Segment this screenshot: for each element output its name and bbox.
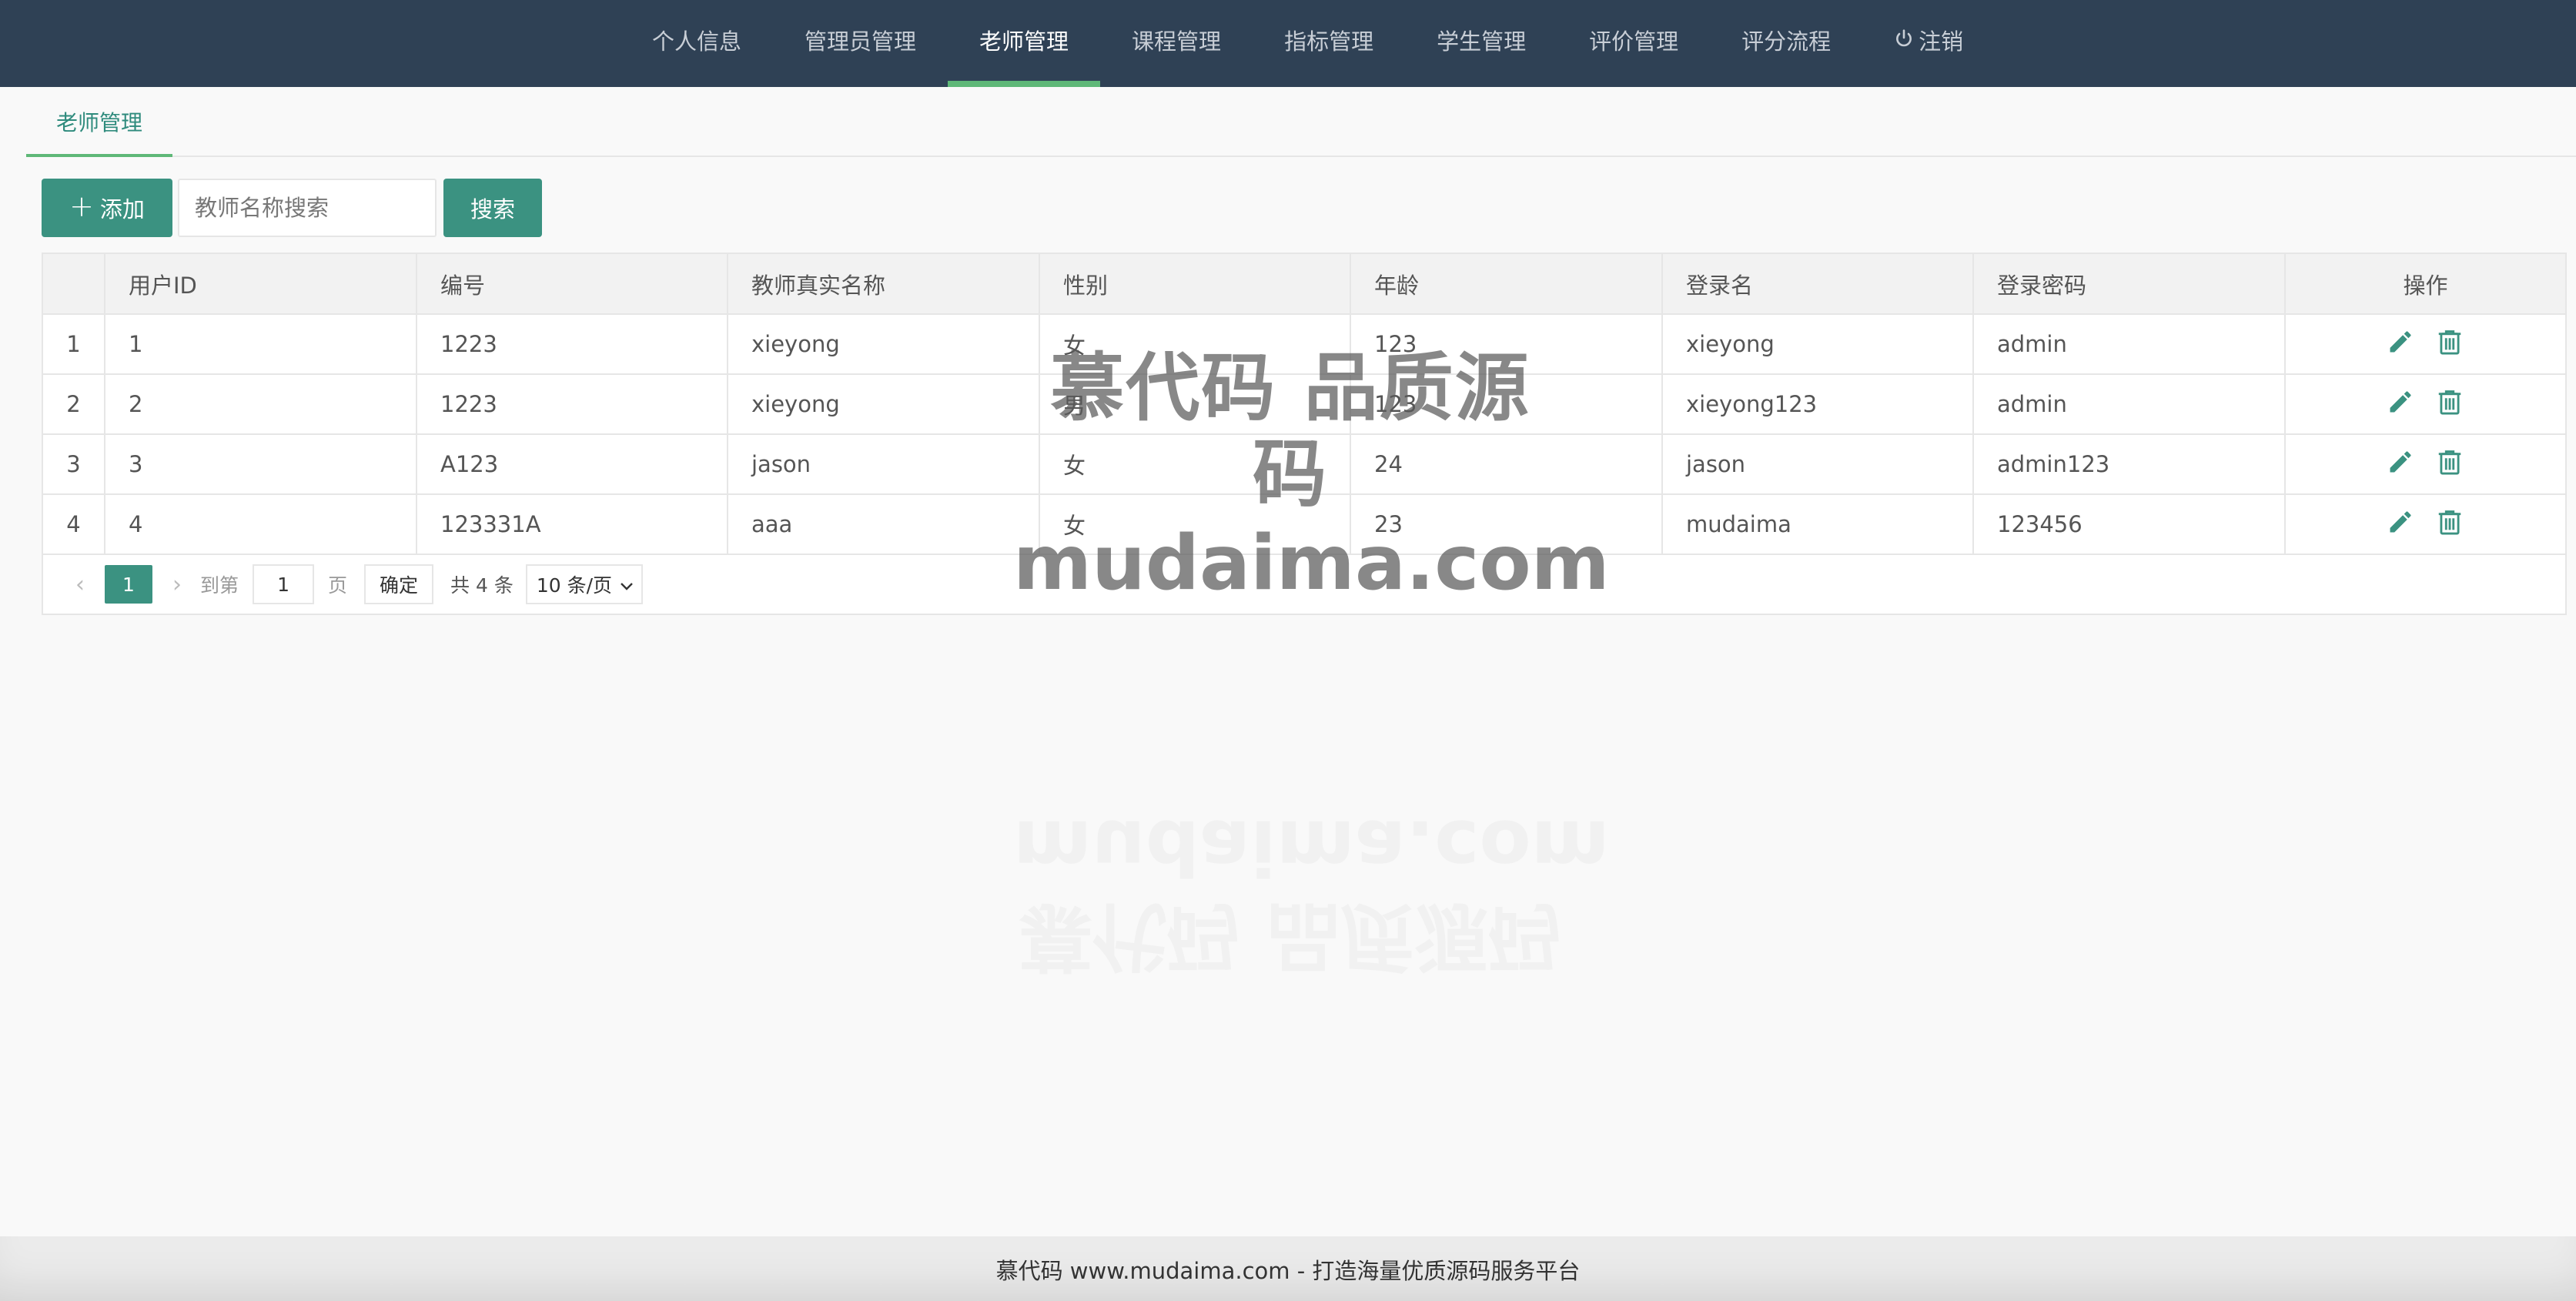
table-row: 4 4 123331A aaa 女 23 mudaima 123456	[43, 494, 2565, 555]
cell-actions	[2285, 494, 2565, 555]
goto-label: 到第	[200, 574, 239, 597]
footer-text: 慕代码 www.mudaima.com - 打造海量优质源码服务平台	[995, 1258, 1581, 1284]
search-button[interactable]: 搜索	[443, 179, 542, 237]
nav-item-indicator-management[interactable]: 指标管理	[1253, 0, 1405, 87]
cell-teacher-name: aaa	[728, 494, 1040, 555]
current-page-button[interactable]: 1	[105, 565, 152, 604]
cell-teacher-name: xieyong	[728, 374, 1040, 435]
cell-age: 123	[1350, 374, 1663, 435]
nav-item-admin-management[interactable]: 管理员管理	[773, 0, 948, 87]
add-button[interactable]: + 添加	[42, 179, 172, 237]
nav-item-scoring-process[interactable]: 评分流程	[1710, 0, 1862, 87]
page-size-value: 10 条/页	[536, 574, 613, 597]
cell-actions	[2285, 314, 2565, 375]
cell-gender: 女	[1039, 314, 1351, 375]
cell-user-id: 4	[105, 494, 417, 555]
cell-code: A123	[417, 434, 728, 495]
column-header-login-password: 登录密码	[1973, 254, 2286, 315]
goto-confirm-button[interactable]: 确定	[364, 564, 434, 604]
cell-age: 123	[1350, 314, 1663, 375]
nav-item-course-management[interactable]: 课程管理	[1100, 0, 1253, 87]
teacher-table-container: 用户ID 编号 教师真实名称 性别 年龄 登录名 登录密码 操作 1 1 122…	[42, 253, 2567, 615]
plus-icon: +	[69, 189, 94, 223]
column-header-code: 编号	[417, 254, 728, 315]
edit-icon[interactable]	[2387, 448, 2414, 481]
cell-teacher-name: jason	[728, 434, 1040, 495]
page-size-select[interactable]: 10 条/页	[525, 564, 644, 604]
column-header-index	[43, 254, 105, 315]
edit-icon[interactable]	[2387, 388, 2414, 421]
watermark-reflection-line-1: 慕代码 品质源码	[1019, 893, 1562, 979]
column-header-teacher-name: 教师真实名称	[728, 254, 1040, 315]
cell-login-password: admin	[1973, 314, 2286, 375]
power-icon	[1894, 0, 1914, 82]
cell-login-password: 123456	[1973, 494, 2286, 555]
cell-actions	[2285, 374, 2565, 435]
column-header-gender: 性别	[1039, 254, 1351, 315]
watermark-reflection-line-2: mudaima.com	[1013, 803, 1610, 891]
add-button-label: 添加	[99, 196, 145, 222]
nav-item-student-management[interactable]: 学生管理	[1405, 0, 1557, 87]
cell-login-name: xieyong123	[1662, 374, 1974, 435]
prev-page-button[interactable]: ‹	[65, 571, 95, 598]
table-row: 1 1 1223 xieyong 女 123 xieyong admin	[43, 314, 2565, 375]
column-header-age: 年龄	[1350, 254, 1663, 315]
cell-login-password: admin	[1973, 374, 2286, 435]
delete-icon[interactable]	[2435, 507, 2464, 542]
delete-icon[interactable]	[2435, 387, 2464, 422]
next-page-button[interactable]: ›	[162, 571, 192, 598]
cell-actions	[2285, 434, 2565, 495]
table-header-row: 用户ID 编号 教师真实名称 性别 年龄 登录名 登录密码 操作	[43, 254, 2565, 315]
cell-gender: 男	[1039, 374, 1351, 435]
total-count: 共 4 条	[450, 574, 514, 597]
column-header-user-id: 用户ID	[105, 254, 417, 315]
column-header-actions: 操作	[2285, 254, 2565, 315]
cell-age: 23	[1350, 494, 1663, 555]
nav-item-profile[interactable]: 个人信息	[621, 0, 773, 87]
column-header-login-name: 登录名	[1662, 254, 1974, 315]
delete-icon[interactable]	[2435, 327, 2464, 362]
cell-age: 24	[1350, 434, 1663, 495]
pagination: ‹ 1 › 到第 页 确定 共 4 条 10 条/页	[43, 554, 2565, 614]
edit-icon[interactable]	[2387, 508, 2414, 541]
watermark-reflection: 慕代码 品质源码 mudaima.com	[1013, 801, 1610, 979]
goto-page-input[interactable]	[253, 564, 315, 604]
nav-item-teacher-management[interactable]: 老师管理	[948, 0, 1101, 87]
top-navigation: 个人信息 管理员管理 老师管理 课程管理 指标管理 学生管理 评价管理 评分流程…	[0, 0, 2576, 87]
cell-code: 123331A	[417, 494, 728, 555]
tab-bar: 老师管理	[26, 91, 2576, 157]
table-row: 3 3 A123 jason 女 24 jason admin123	[43, 434, 2565, 495]
cell-code: 1223	[417, 314, 728, 375]
cell-index: 2	[43, 374, 105, 435]
cell-user-id: 2	[105, 374, 417, 435]
cell-index: 1	[43, 314, 105, 375]
chevron-down-icon	[620, 574, 634, 596]
page-unit-label: 页	[328, 574, 348, 597]
logout-button[interactable]: 注销	[1862, 0, 1995, 87]
cell-user-id: 1	[105, 314, 417, 375]
cell-gender: 女	[1039, 494, 1351, 555]
cell-user-id: 3	[105, 434, 417, 495]
edit-icon[interactable]	[2387, 328, 2414, 361]
logout-label: 注销	[1919, 28, 1964, 55]
nav-menu: 个人信息 管理员管理 老师管理 课程管理 指标管理 学生管理 评价管理 评分流程…	[621, 0, 1995, 87]
teacher-table: 用户ID 编号 教师真实名称 性别 年龄 登录名 登录密码 操作 1 1 122…	[43, 254, 2565, 555]
cell-code: 1223	[417, 374, 728, 435]
cell-login-name: jason	[1662, 434, 1974, 495]
cell-gender: 女	[1039, 434, 1351, 495]
nav-item-evaluation-management[interactable]: 评价管理	[1557, 0, 1710, 87]
cell-login-name: mudaima	[1662, 494, 1974, 555]
cell-login-password: admin123	[1973, 434, 2286, 495]
delete-icon[interactable]	[2435, 447, 2464, 482]
cell-teacher-name: xieyong	[728, 314, 1040, 375]
tab-teacher-management[interactable]: 老师管理	[26, 91, 173, 157]
cell-index: 4	[43, 494, 105, 555]
table-row: 2 2 1223 xieyong 男 123 xieyong123 admin	[43, 374, 2565, 435]
cell-login-name: xieyong	[1662, 314, 1974, 375]
footer: 慕代码 www.mudaima.com - 打造海量优质源码服务平台	[0, 1236, 2576, 1301]
teacher-name-search-input[interactable]	[178, 179, 437, 237]
cell-index: 3	[43, 434, 105, 495]
